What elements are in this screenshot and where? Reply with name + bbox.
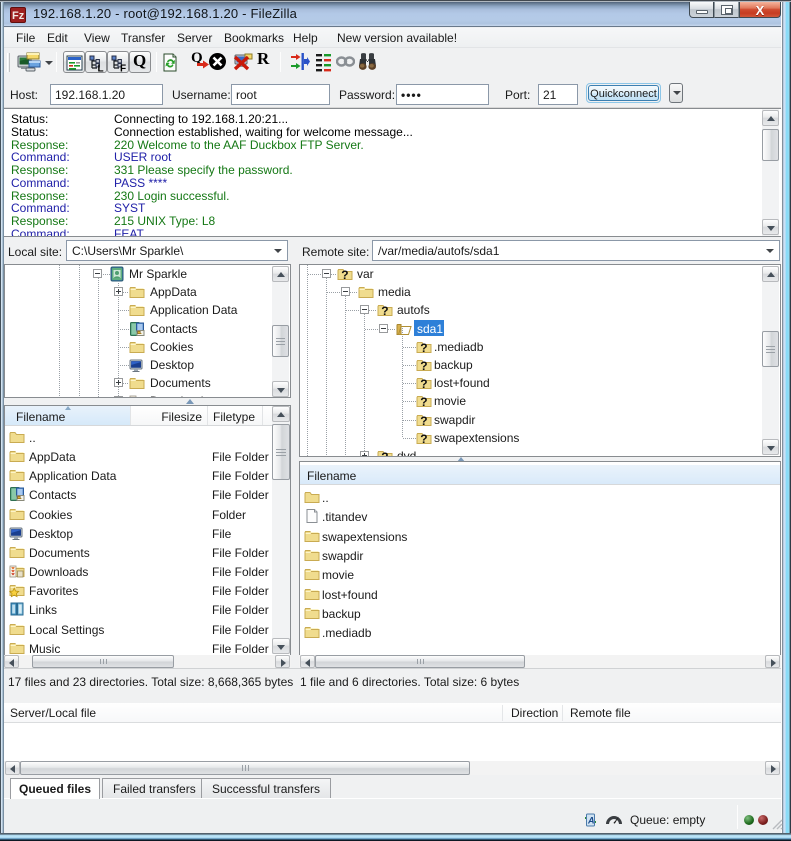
svg-text:L: L bbox=[98, 64, 104, 73]
svg-text:A: A bbox=[587, 816, 595, 826]
svg-text:F: F bbox=[120, 64, 126, 73]
svg-text:Fz: Fz bbox=[12, 10, 25, 22]
